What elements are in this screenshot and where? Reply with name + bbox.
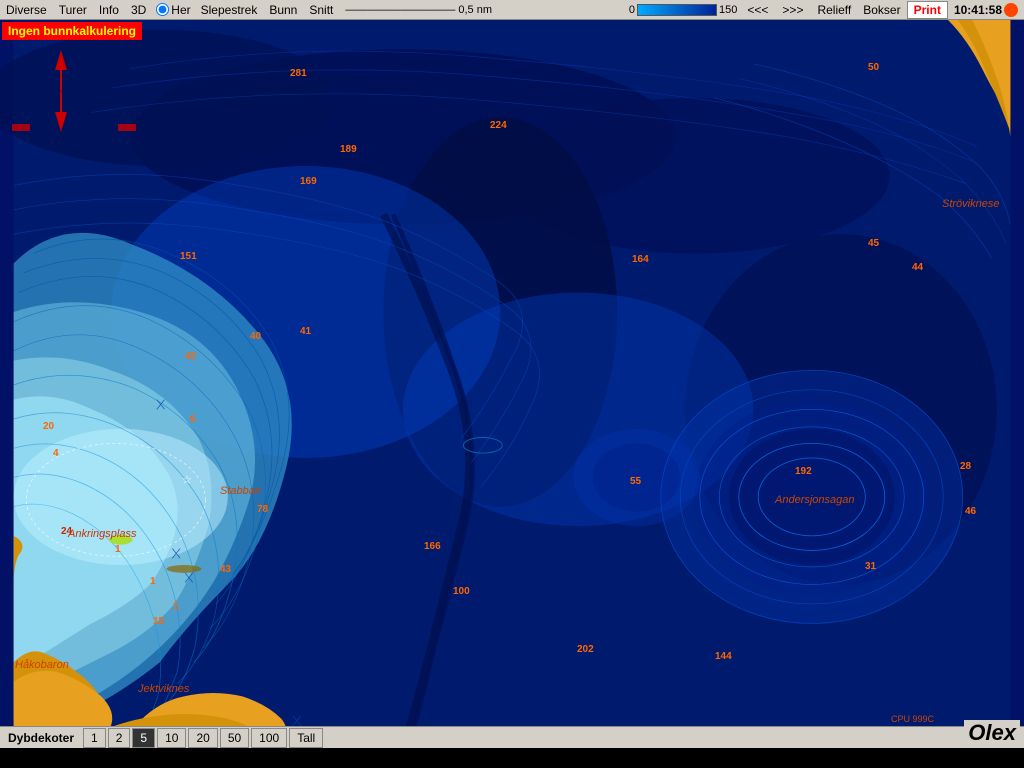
compass-line-down (60, 92, 62, 112)
radio-her-input[interactable] (156, 3, 169, 16)
map-status: Ingen bunnkalkulering (2, 22, 142, 40)
depth-max: 150 (717, 4, 739, 16)
marker-rect-1 (12, 124, 30, 131)
olex-logo: Olex (964, 720, 1020, 746)
cpu-info: CPU 999C (891, 714, 934, 724)
depth-btn-100[interactable]: 100 (251, 728, 287, 748)
toolbar-info[interactable]: Info (93, 2, 125, 18)
compass-arrow-down (55, 112, 67, 132)
map-svg: ☆ (0, 20, 1024, 748)
depth-btn-1[interactable]: 1 (83, 728, 106, 748)
depth-btn-5[interactable]: 5 (132, 728, 155, 748)
clock-time: 10:41:58 (954, 3, 1002, 17)
print-button[interactable]: Print (907, 1, 948, 19)
toolbar-turer[interactable]: Turer (53, 2, 93, 18)
depth-btn-10[interactable]: 10 (157, 728, 186, 748)
depth-btn-50[interactable]: 50 (220, 728, 249, 748)
depth-btn-20[interactable]: 20 (188, 728, 217, 748)
compass (55, 50, 67, 132)
toolbar-bunn[interactable]: Bunn (263, 2, 303, 18)
toolbar-relieff[interactable]: Relieff (811, 2, 857, 18)
scale-bar-area: —————————— 0,5 nm (339, 4, 627, 16)
toolbar: Diverse Turer Info 3D Her Slepestrek Bun… (0, 0, 1024, 20)
clock-icon (1004, 3, 1018, 17)
nav-arrows: <<< >>> (739, 2, 811, 18)
toolbar-bokser[interactable]: Bokser (857, 2, 906, 18)
toolbar-snitt[interactable]: Snitt (303, 2, 339, 18)
clock: 10:41:58 (948, 3, 1024, 17)
compass-arrow-up (55, 50, 67, 70)
nav-right[interactable]: >>> (776, 2, 809, 18)
dybdekoter-label: Dybdekoter (0, 731, 82, 745)
svg-text:☆: ☆ (182, 473, 192, 486)
toolbar-diverse[interactable]: Diverse (0, 2, 53, 18)
scale-bar-start: —————————— (345, 4, 455, 16)
map-area[interactable]: ☆ Ingen bunnkalkulering 281 50 189 169 2… (0, 20, 1024, 748)
compass-line (60, 70, 62, 90)
marker-rect-2 (118, 124, 136, 131)
depth-btn-2[interactable]: 2 (108, 728, 131, 748)
toolbar-radio-her[interactable]: Her (152, 3, 194, 17)
toolbar-her: Her (171, 3, 190, 17)
toolbar-3d[interactable]: 3D (125, 2, 152, 18)
scale-label: 0,5 nm (458, 4, 492, 16)
depth-min: 0 (627, 4, 637, 16)
nav-left[interactable]: <<< (741, 2, 774, 18)
depth-btn-tall[interactable]: Tall (289, 728, 323, 748)
depth-color-bar (637, 4, 717, 16)
toolbar-slepestrek[interactable]: Slepestrek (195, 2, 264, 18)
bottom-bar: Dybdekoter 1 2 5 10 20 50 100 Tall Olex (0, 726, 1024, 748)
